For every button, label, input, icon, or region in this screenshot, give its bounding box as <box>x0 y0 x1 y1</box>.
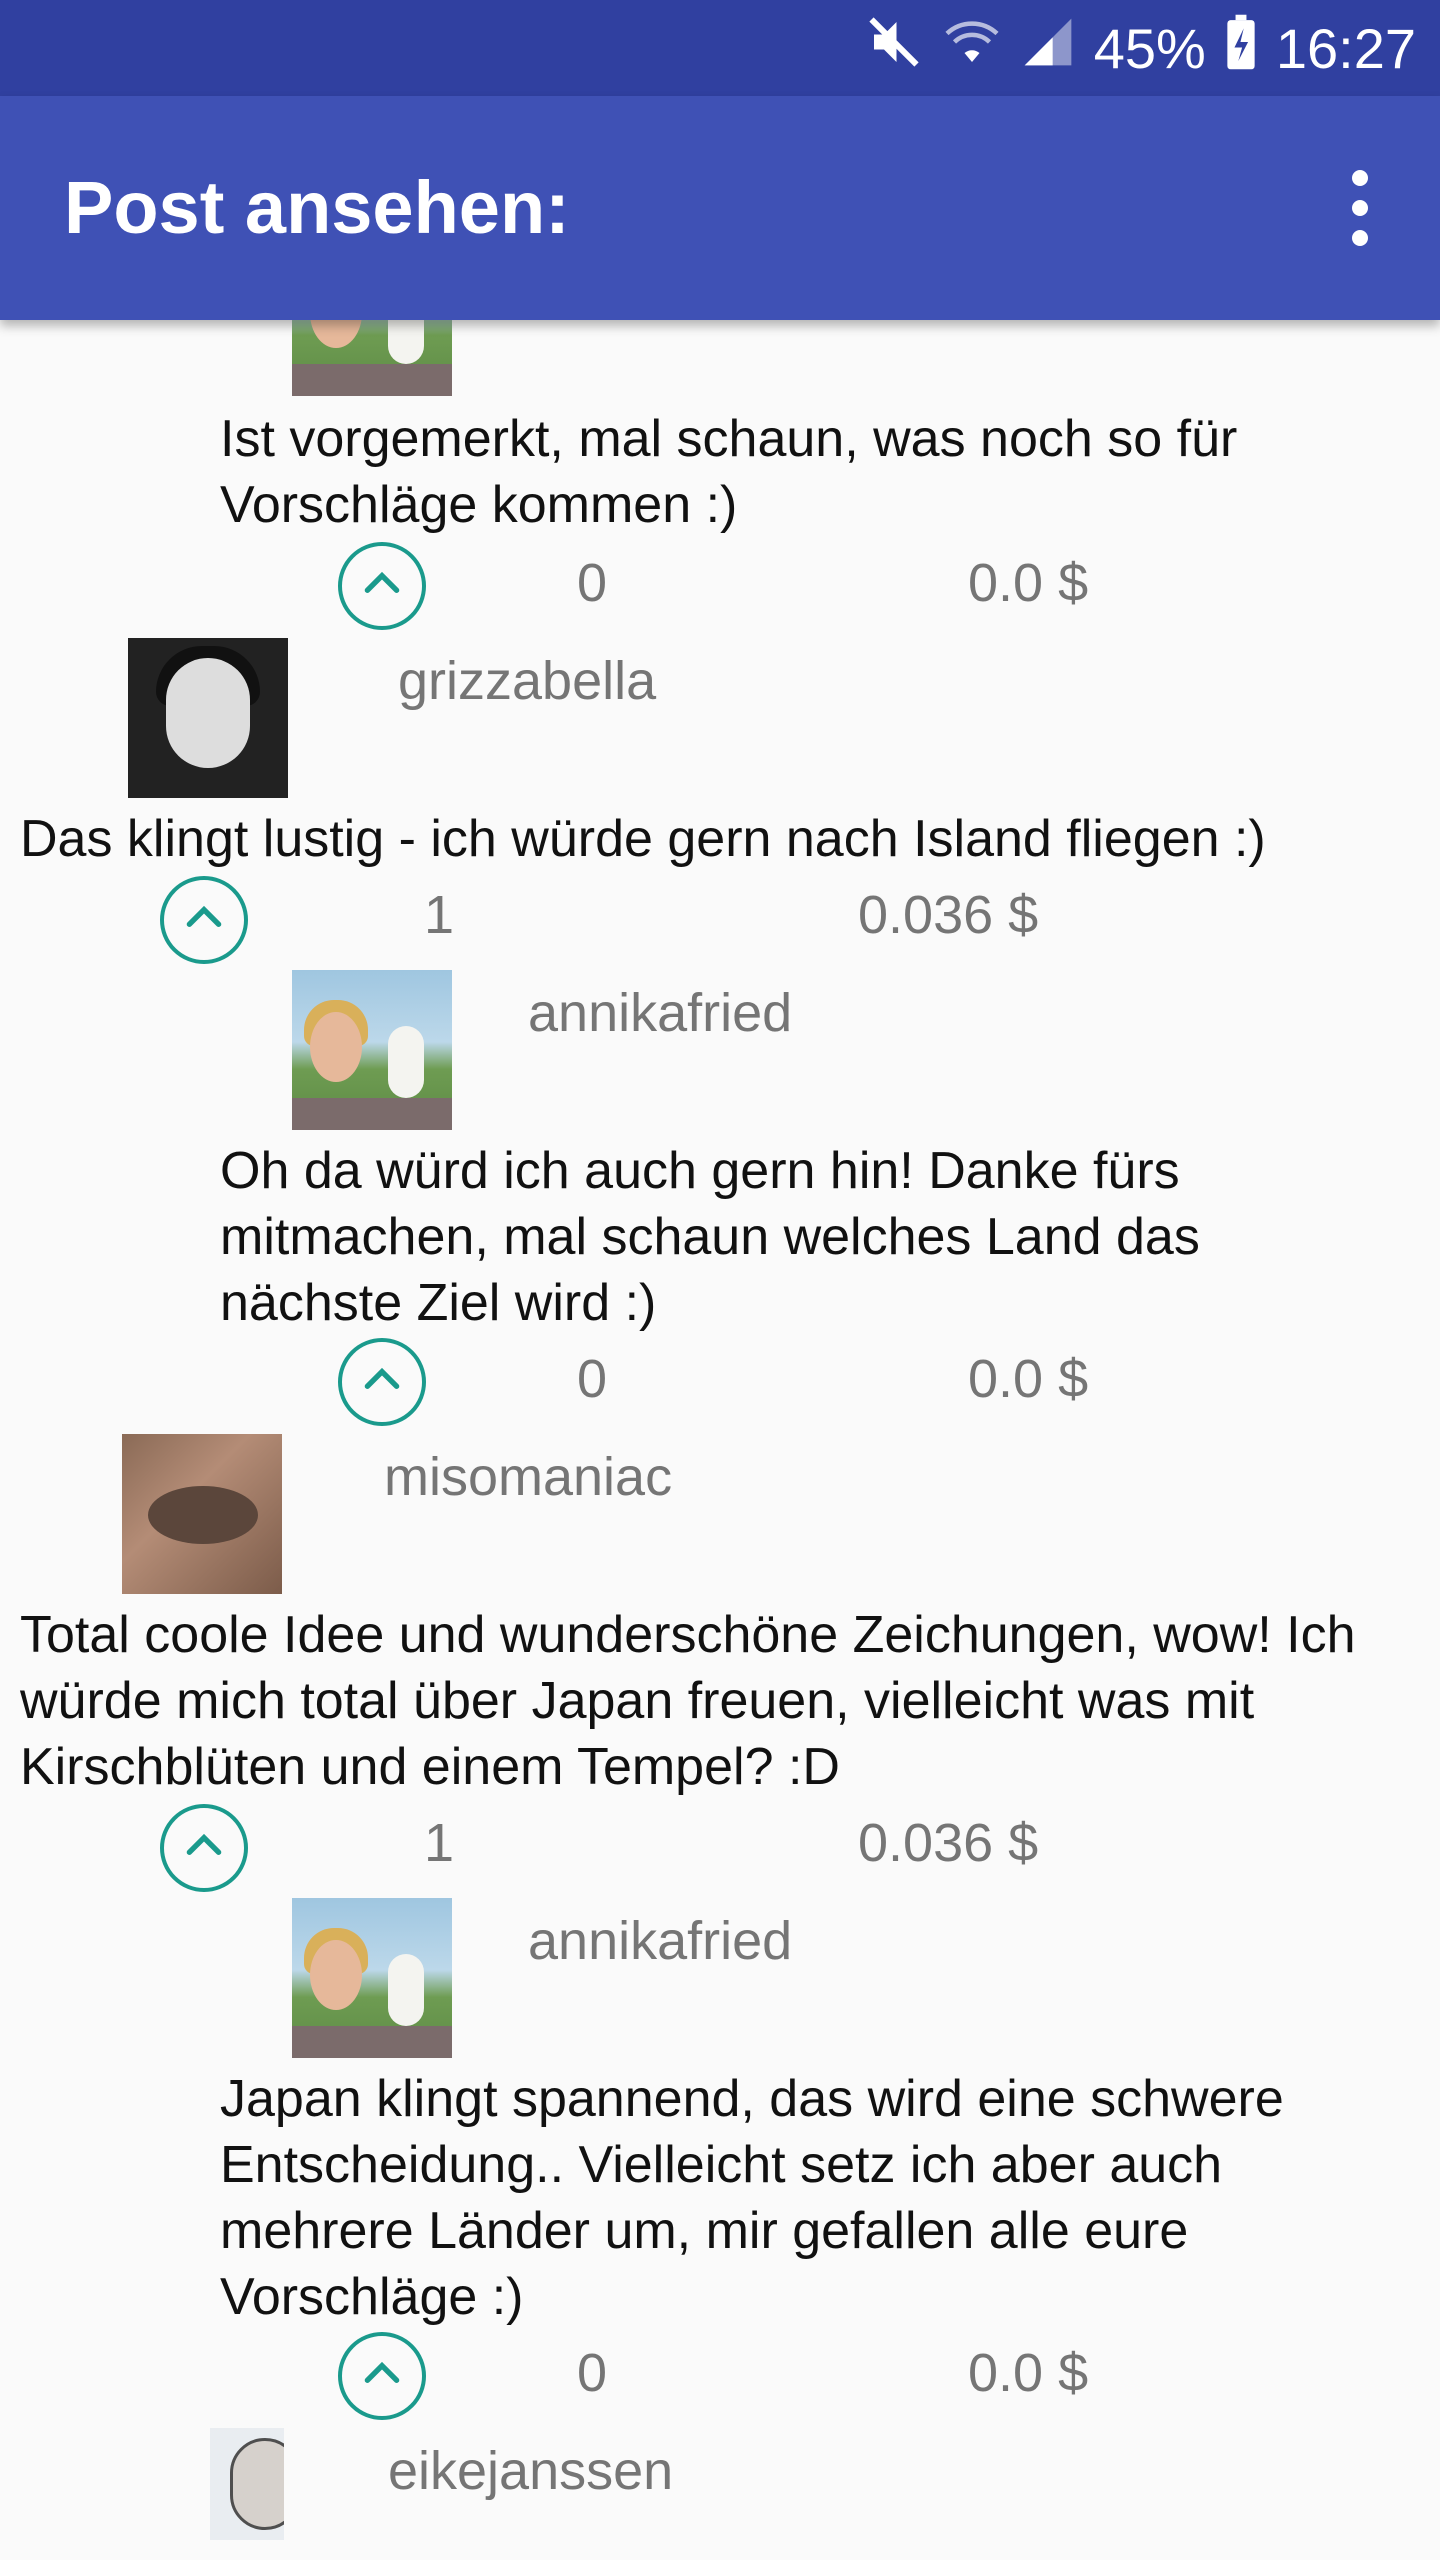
volume-off-icon <box>864 12 924 85</box>
chevron-up-icon <box>357 2349 407 2404</box>
vote-count: 1 <box>424 885 455 945</box>
avatar[interactable] <box>128 638 288 798</box>
page-title: Post ansehen: <box>64 166 570 249</box>
username[interactable]: annikafried <box>528 1910 792 1972</box>
chevron-up-icon <box>179 1821 229 1876</box>
comment-text: Ist vorgemerkt, mal schaun, was noch so … <box>220 410 1238 534</box>
comment-list[interactable]: Ist vorgemerkt, mal schaun, was noch so … <box>0 320 1440 2560</box>
avatar[interactable] <box>292 320 452 396</box>
comment-text: Japan klingt spannend, das wird eine sch… <box>220 2070 1284 2326</box>
avatar[interactable] <box>210 2428 284 2540</box>
chevron-up-icon <box>357 1355 407 1410</box>
username[interactable]: annikafried <box>528 982 792 1044</box>
payout-amount: 0.0 $ <box>968 1349 1089 1409</box>
upvote-button[interactable] <box>160 1804 248 1892</box>
status-bar: 45% 16:27 <box>0 0 1440 96</box>
payout-amount: 0.0 $ <box>968 553 1089 613</box>
avatar[interactable] <box>292 970 452 1130</box>
chevron-up-icon <box>179 893 229 948</box>
signal-icon <box>1020 14 1076 83</box>
more-vertical-icon[interactable] <box>1320 168 1400 248</box>
vote-count: 0 <box>577 1349 608 1409</box>
comment-text: Das klingt lustig - ich würde gern nach … <box>20 810 1266 868</box>
payout-amount: 0.036 $ <box>858 885 1039 945</box>
battery-charging-icon <box>1224 12 1258 85</box>
vote-count: 0 <box>577 553 608 613</box>
upvote-button[interactable] <box>338 2332 426 2420</box>
upvote-button[interactable] <box>160 876 248 964</box>
payout-amount: 0.0 $ <box>968 2343 1089 2403</box>
chevron-up-icon <box>357 559 407 614</box>
payout-amount: 0.036 $ <box>858 1813 1039 1873</box>
vote-count: 1 <box>424 1813 455 1873</box>
avatar[interactable] <box>122 1434 282 1594</box>
vote-count: 0 <box>577 2343 608 2403</box>
upvote-button[interactable] <box>338 542 426 630</box>
avatar[interactable] <box>292 1898 452 2058</box>
app-bar: Post ansehen: <box>0 96 1440 320</box>
username[interactable]: grizzabella <box>398 650 656 712</box>
battery-percent: 45% <box>1093 16 1206 80</box>
clock: 16:27 <box>1275 16 1416 80</box>
username[interactable]: eikejanssen <box>388 2440 673 2502</box>
wifi-icon <box>942 12 1002 85</box>
comment-text: Oh da würd ich auch gern hin! Danke fürs… <box>220 1142 1200 1332</box>
username[interactable]: misomaniac <box>384 1446 672 1508</box>
comment-text: Total coole Idee und wunderschöne Zeichu… <box>20 1606 1356 1796</box>
upvote-button[interactable] <box>338 1338 426 1426</box>
